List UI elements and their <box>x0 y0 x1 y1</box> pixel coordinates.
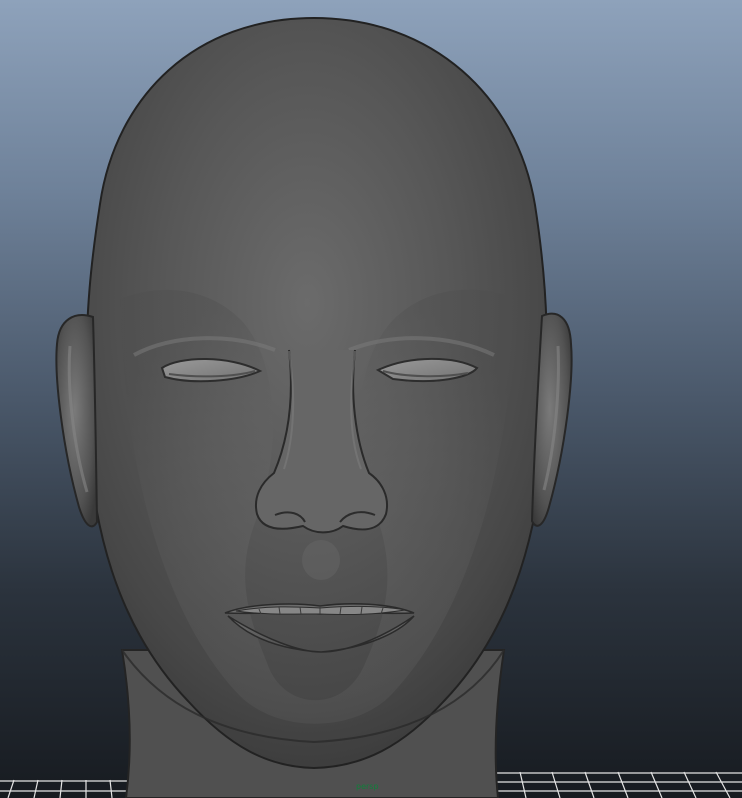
left-ear <box>55 314 99 528</box>
3d-viewport[interactable]: persp <box>0 0 742 798</box>
viewport-scene[interactable] <box>0 0 742 798</box>
camera-label: persp <box>356 782 379 791</box>
head-model-icon[interactable] <box>55 16 573 798</box>
